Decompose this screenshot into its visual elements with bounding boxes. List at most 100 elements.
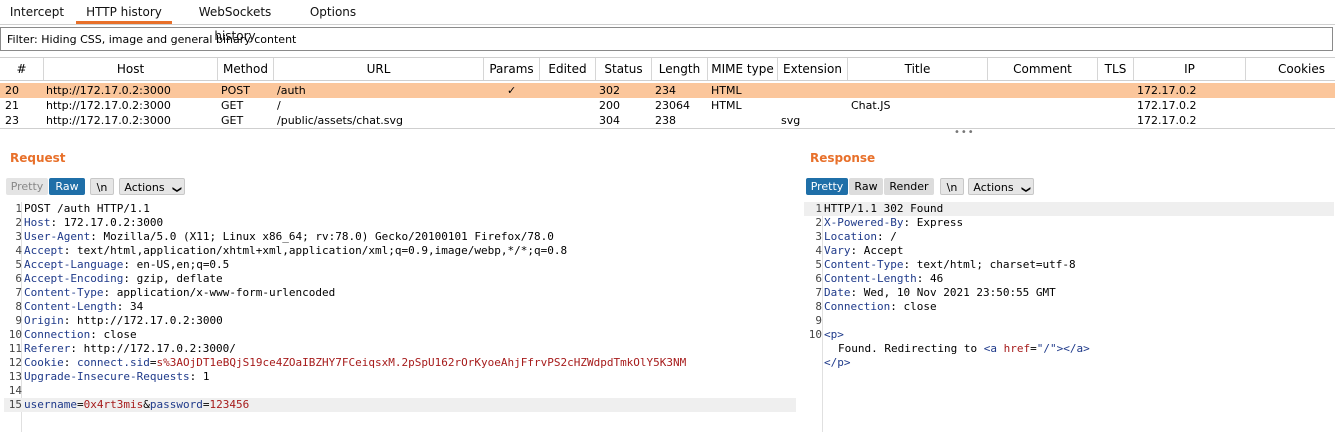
header-value: : Express <box>903 216 964 229</box>
request-actions-button[interactable]: Actions ❯ <box>119 178 185 195</box>
header-key: X-Powered-By <box>824 216 904 229</box>
request-line-text: POST /auth HTTP/1.1 <box>24 202 150 215</box>
response-header-line: 2 X-Powered-By: Express <box>804 216 1334 230</box>
request-header-line: 3 User-Agent: Mozilla/5.0 (X11; Linux x8… <box>4 230 796 244</box>
header-key: Origin <box>24 314 64 327</box>
line-number: 11 <box>8 342 22 355</box>
col-header-params[interactable]: Params <box>484 58 540 80</box>
col-header-edited[interactable]: Edited <box>540 58 596 80</box>
col-header-url[interactable]: URL <box>274 58 484 80</box>
header-value: : close <box>90 328 137 341</box>
line-number: 6 <box>15 272 22 285</box>
header-key: Host <box>24 216 51 229</box>
col-header-comment[interactable]: Comment <box>988 58 1098 80</box>
response-pane-title: Response <box>810 151 876 165</box>
row-host: http://172.17.0.2:3000 <box>46 114 171 127</box>
row-method: GET <box>221 99 244 112</box>
filter-bar[interactable]: Filter: Hiding CSS, image and general bi… <box>0 27 1333 51</box>
col-header-tls[interactable]: TLS <box>1098 58 1134 80</box>
line-number: 9 <box>15 314 22 327</box>
header-key: Cookie <box>24 356 64 369</box>
request-raw-button[interactable]: Raw <box>49 178 85 195</box>
request-actions-label: Actions <box>124 181 165 194</box>
request-blank-line: 14 <box>4 384 796 398</box>
request-header-line: 9 Origin: http://172.17.0.2:3000 <box>4 314 796 328</box>
splitter-handle-icon[interactable]: ••• <box>954 127 975 138</box>
header-key: Vary <box>824 244 851 257</box>
header-key: Accept-Language <box>24 258 124 271</box>
col-header-status[interactable]: Status <box>596 58 652 80</box>
row-ip: 172.17.0.2 <box>1137 84 1197 97</box>
cookie-name: connect.sid <box>77 356 150 369</box>
response-actions-label: Actions <box>973 181 1014 194</box>
response-pretty-button[interactable]: Pretty <box>806 178 848 195</box>
response-header-line: 6 Content-Length: 46 <box>804 272 1334 286</box>
col-header-mime-type[interactable]: MIME type <box>708 58 778 80</box>
table-row[interactable]: 21 http://172.17.0.2:3000 GET / 200 2306… <box>0 98 1335 113</box>
tab-http-history[interactable]: HTTP history <box>76 0 172 24</box>
header-key: Content-Length <box>824 272 917 285</box>
line-number: 10 <box>808 328 822 341</box>
request-header-line: 2 Host: 172.17.0.2:3000 <box>4 216 796 230</box>
table-header: # Host Method URL Params Edited Status L… <box>0 58 1335 81</box>
col-header-title[interactable]: Title <box>848 58 988 80</box>
html-a-close: ></a> <box>1056 342 1090 355</box>
request-newline-button[interactable]: \n <box>90 178 114 195</box>
row-length: 234 <box>655 84 676 97</box>
header-key: Referer <box>24 342 71 355</box>
response-header-line: 7 Date: Wed, 10 Nov 2021 23:50:55 GMT <box>804 286 1334 300</box>
request-header-line: 6 Accept-Encoding: gzip, deflate <box>4 272 796 286</box>
row-length: 23064 <box>655 99 690 112</box>
tab-options[interactable]: Options <box>305 0 361 24</box>
param-eq: = <box>76 398 84 411</box>
col-header-number[interactable]: # <box>0 58 44 80</box>
line-number: 2 <box>15 216 22 229</box>
col-header-ip[interactable]: IP <box>1134 58 1246 80</box>
line-number: 12 <box>8 356 22 369</box>
header-key: Location <box>824 230 877 243</box>
response-header-line: 8 Connection: close <box>804 300 1334 314</box>
tab-intercept[interactable]: Intercept <box>5 0 69 24</box>
header-key: Content-Type <box>24 286 104 299</box>
line-number: 4 <box>815 244 822 257</box>
line-number: 2 <box>815 216 822 229</box>
line-number: 13 <box>8 370 22 383</box>
header-key: Upgrade-Insecure-Requests <box>24 370 190 383</box>
request-pretty-button[interactable]: Pretty <box>6 178 48 195</box>
row-status: 304 <box>599 114 620 127</box>
col-header-cookies[interactable]: Cookies <box>1246 58 1335 80</box>
tab-websockets-history[interactable]: WebSockets history <box>180 0 290 43</box>
header-value: : Accept <box>850 244 904 257</box>
header-key: User-Agent <box>24 230 91 243</box>
header-value: : 1 <box>189 370 210 383</box>
response-actions-button[interactable]: Actions ❯ <box>968 178 1034 195</box>
table-row[interactable]: 23 http://172.17.0.2:3000 GET /public/as… <box>0 113 1335 128</box>
row-ip: 172.17.0.2 <box>1137 114 1197 127</box>
row-number: 23 <box>5 114 19 127</box>
col-header-length[interactable]: Length <box>652 58 708 80</box>
response-editor[interactable]: 1 HTTP/1.1 302 Found 2 X-Powered-By: Exp… <box>804 202 1334 430</box>
request-body-line: 15 username=0x4rt3mis&password=123456 <box>4 398 796 412</box>
request-editor[interactable]: 1 POST /auth HTTP/1.1 2 Host: 172.17.0.2… <box>4 202 796 430</box>
response-blank-line: 9 <box>804 314 1334 328</box>
request-header-line: 8 Content-Length: 34 <box>4 300 796 314</box>
header-key: Connection <box>24 328 91 341</box>
line-number: 4 <box>15 244 22 257</box>
request-header-line: 7 Content-Type: application/x-www-form-u… <box>4 286 796 300</box>
table-row[interactable]: 20 http://172.17.0.2:3000 POST /auth ✓ 3… <box>0 83 1335 98</box>
response-html-line: 10 <p> <box>804 328 1334 342</box>
col-header-host[interactable]: Host <box>44 58 218 80</box>
col-header-method[interactable]: Method <box>218 58 274 80</box>
line-number: 7 <box>15 286 22 299</box>
col-header-extension[interactable]: Extension <box>778 58 848 80</box>
header-value: : gzip, deflate <box>123 272 223 285</box>
response-newline-button[interactable]: \n <box>940 178 964 195</box>
line-number: 14 <box>8 384 22 397</box>
response-raw-button[interactable]: Raw <box>849 178 883 195</box>
history-table: # Host Method URL Params Edited Status L… <box>0 57 1335 129</box>
request-pane-title: Request <box>10 151 66 165</box>
chevron-down-icon: ❯ <box>1020 185 1031 194</box>
line-number: 8 <box>15 300 22 313</box>
response-render-button[interactable]: Render <box>884 178 934 195</box>
line-number: 10 <box>8 328 22 341</box>
